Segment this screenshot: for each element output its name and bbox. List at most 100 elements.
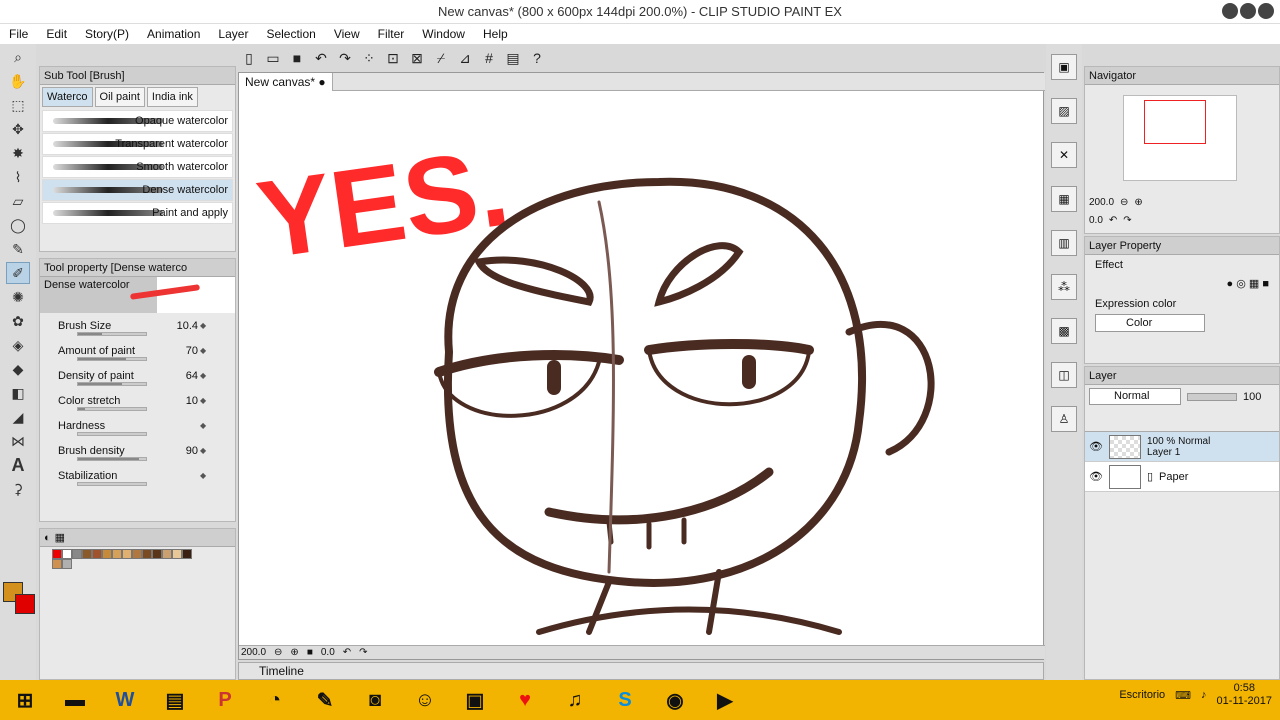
airbrush-icon[interactable]: ✺ [6,286,30,308]
zoom-in-icon[interactable]: ⊕ [290,647,298,658]
chrome-icon[interactable]: ◉ [653,682,697,718]
menu-filter[interactable]: Filter [369,27,414,41]
clip-studio-icon[interactable]: ◙ [353,682,397,718]
swatch[interactable] [132,549,142,559]
word-icon[interactable]: W [103,682,147,718]
expression-color-select[interactable]: Color [1095,314,1205,332]
property-value[interactable]: 10 [158,395,198,407]
blend-mode-select[interactable]: Normal [1089,388,1181,405]
swatch[interactable] [112,549,122,559]
object-material-icon[interactable]: ◫ [1051,362,1077,388]
swatch[interactable] [62,559,72,569]
brush-opaque-watercolor[interactable]: Opaque watercolor [42,110,233,132]
property-slider[interactable] [77,357,147,361]
tab-watercolor[interactable]: Waterco [42,87,93,107]
property-slider[interactable] [77,332,147,336]
swatch[interactable] [72,549,82,559]
undo-icon[interactable]: ↶ [312,50,330,67]
selection-icon[interactable]: ⁘ [360,50,378,67]
transform-icon[interactable]: ⊡ [384,50,402,67]
zoom-out-icon[interactable]: ⊖ [1120,197,1128,208]
swatch[interactable] [142,549,152,559]
zoom-icon[interactable]: ⌕ [6,46,30,68]
property-row[interactable]: Density of paint 64 ◆ [40,363,235,388]
property-value[interactable]: 10.4 [158,320,198,332]
stapler-icon[interactable]: ▬ [53,682,97,718]
layer-color-icon[interactable]: ■ [1262,278,1269,290]
rotate-right-icon[interactable]: ↷ [1123,215,1131,226]
tab-oil-paint[interactable]: Oil paint [94,87,145,107]
zoom-out-icon[interactable]: ⊖ [274,647,282,658]
pattern-icon[interactable]: ✕ [1051,142,1077,168]
property-row[interactable]: Brush Size 10.4 ◆ [40,313,235,338]
color-wheel-icon[interactable]: ◐ [44,532,51,544]
pen-icon[interactable]: ✎ [6,238,30,260]
navigator-thumbnail[interactable] [1123,95,1237,181]
swatch[interactable] [182,549,192,559]
swatch[interactable] [52,549,62,559]
decoration-icon[interactable]: ✿ [6,310,30,332]
redo-icon[interactable]: ↷ [336,50,354,67]
corel-icon[interactable]: ◔ [253,682,297,718]
spin-icon[interactable]: ◆ [200,446,210,455]
lasso-icon[interactable]: ◯ [6,214,30,236]
headphones-icon[interactable]: ♫ [553,682,597,718]
brush-icon[interactable]: ✐ [6,262,30,284]
skype-icon[interactable]: S [603,682,647,718]
rotate-left-icon[interactable]: ↶ [1109,215,1117,226]
property-slider[interactable] [77,457,147,461]
property-row[interactable]: Color stretch 10 ◆ [40,388,235,413]
canvas-zoom-value[interactable]: 200.0 [241,647,266,658]
spin-icon[interactable]: ◆ [200,396,210,405]
close-tab-icon[interactable]: ● [318,75,325,89]
close-button[interactable] [1258,3,1274,19]
tab-india-ink[interactable]: India ink [146,87,198,107]
frame-material-icon[interactable]: ▥ [1051,230,1077,256]
menu-story[interactable]: Story(P) [76,27,138,41]
spin-icon[interactable]: ◆ [200,346,210,355]
canvas-rotation-value[interactable]: 0.0 [321,647,335,658]
move-layer-icon[interactable]: ✥ [6,118,30,140]
property-slider[interactable] [77,382,147,386]
rotate-left-icon[interactable]: ↶ [343,647,351,658]
property-row[interactable]: Brush density 90 ◆ [40,438,235,463]
paint-icon[interactable]: ✎ [303,682,347,718]
minimize-button[interactable] [1222,3,1238,19]
swatch[interactable] [92,549,102,559]
manga-material-icon[interactable]: ⁂ [1051,274,1077,300]
balloon-icon[interactable]: ⚳ [6,478,30,500]
photo-material-icon[interactable]: ▩ [1051,318,1077,344]
drawing-canvas[interactable]: YES. [239,92,1035,647]
save-icon[interactable]: ■ [288,50,306,66]
property-slider[interactable] [77,432,147,436]
zoom-in-icon[interactable]: ⊕ [1134,197,1142,208]
opacity-slider[interactable] [1187,392,1237,401]
quick-access-icon[interactable]: ▤ [504,50,522,67]
text-icon[interactable]: A [6,454,30,476]
property-row[interactable]: Stabilization ◆ [40,463,235,488]
property-row[interactable]: Amount of paint 70 ◆ [40,338,235,363]
hand-icon[interactable]: ✋ [6,70,30,92]
heart-icon[interactable]: ♥ [503,682,547,718]
ruler-icon[interactable]: ⊿ [456,50,474,67]
swatch[interactable] [62,549,72,559]
brush-paint-and-apply[interactable]: Paint and apply [42,202,233,224]
rotate-right-icon[interactable]: ↷ [359,647,367,658]
property-value[interactable]: 70 [158,345,198,357]
notepad-icon[interactable]: ▣ [453,682,497,718]
sub-color-swatch[interactable] [15,594,35,614]
swatch[interactable] [102,549,112,559]
brush-smooth-watercolor[interactable]: Smooth watercolor [42,156,233,178]
menu-help[interactable]: Help [474,27,517,41]
image-material-icon[interactable]: ▨ [1051,98,1077,124]
help-icon[interactable]: ? [528,50,546,66]
opacity-value[interactable]: 100 [1243,391,1261,403]
fill-icon[interactable]: ◆ [6,358,30,380]
navigator-view-rect[interactable] [1144,100,1206,144]
swatch[interactable] [152,549,162,559]
menu-layer[interactable]: Layer [209,27,257,41]
swatch[interactable] [52,559,62,569]
layer-row[interactable]: 👁 100 % Normal Layer 1 [1085,432,1279,462]
snap-icon[interactable]: ⌿ [432,50,450,67]
property-value[interactable]: 64 [158,370,198,382]
